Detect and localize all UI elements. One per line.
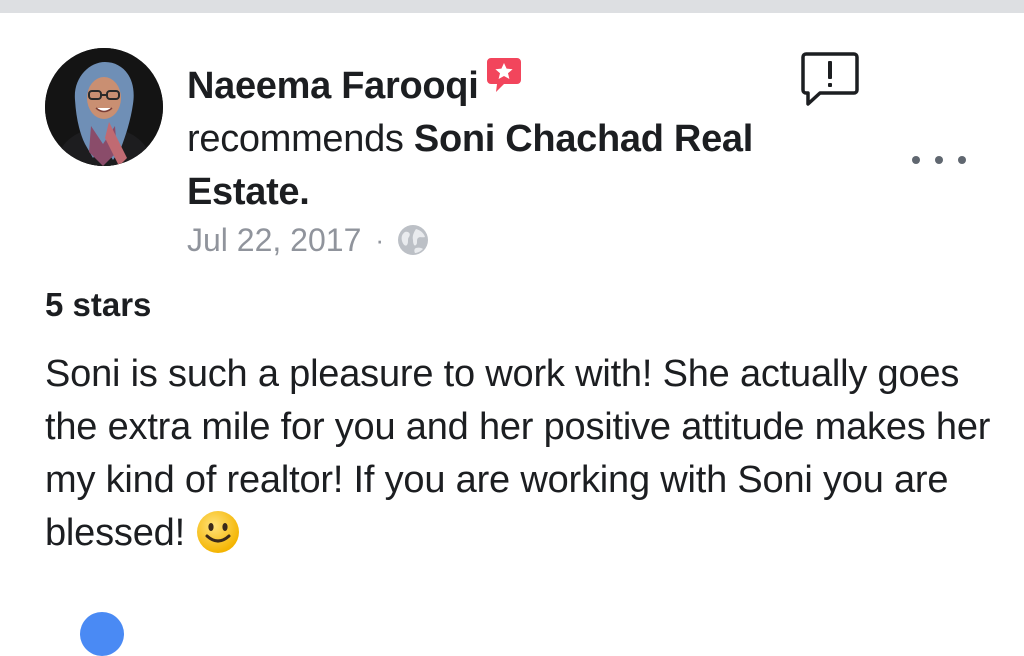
more-dot <box>935 156 943 164</box>
globe-icon[interactable] <box>396 223 430 257</box>
meta-separator: · <box>375 225 385 255</box>
top-divider-strip <box>0 0 1024 13</box>
review-body: Soni is such a pleasure to work with! Sh… <box>45 353 991 554</box>
more-dot <box>912 156 920 164</box>
reaction-icon[interactable] <box>80 612 124 656</box>
avatar[interactable] <box>45 48 163 166</box>
recommends-verb: recommends <box>187 118 404 160</box>
report-button[interactable] <box>800 50 862 110</box>
recommendation-star-badge-icon <box>486 56 522 94</box>
rating-label: 5 stars <box>45 286 152 323</box>
report-flag-icon <box>801 52 859 106</box>
more-dot <box>958 156 966 164</box>
author-name[interactable]: Naeema Farooqi <box>187 65 479 107</box>
profile-photo <box>45 48 163 166</box>
post-date[interactable]: Jul 22, 2017 <box>187 220 361 260</box>
smiley-emoji-icon <box>195 509 241 555</box>
post-header: Naeema Farooqi recommends Soni Chachad R… <box>187 56 827 219</box>
post-meta: Jul 22, 2017 · <box>187 220 430 260</box>
more-options-button[interactable] <box>906 140 972 180</box>
review-text: Soni is such a pleasure to work with! Sh… <box>45 348 1020 560</box>
